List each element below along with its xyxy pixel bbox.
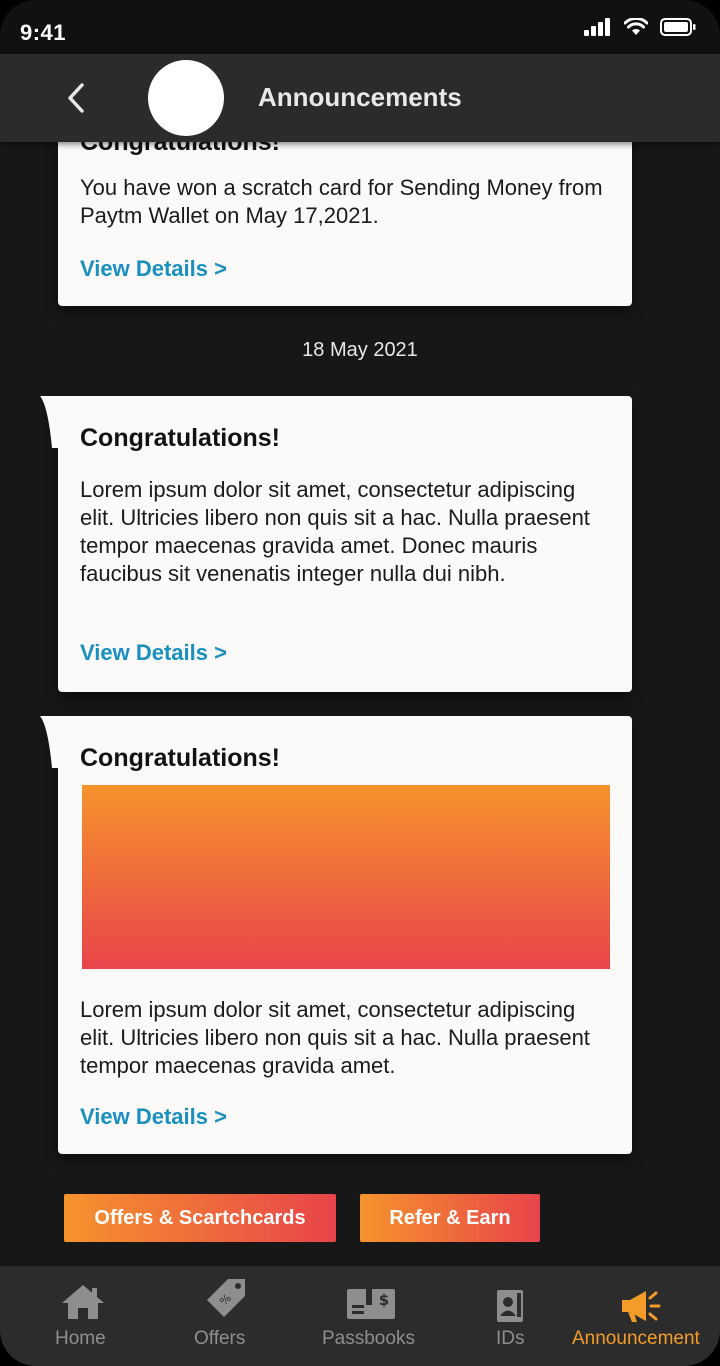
nav-item-ids[interactable]: IDs — [486, 1266, 536, 1366]
card-body: You have won a scratch card for Sending … — [80, 175, 603, 228]
offers-scratchcards-button[interactable]: Offers & Scartchcards — [64, 1194, 336, 1242]
svg-text:$: $ — [379, 1291, 389, 1309]
app-header: Announcements — [0, 54, 720, 142]
view-details-link[interactable]: View Details > — [80, 256, 227, 282]
status-time: 9:41 — [20, 20, 67, 45]
megaphone-icon — [620, 1286, 664, 1326]
nav-label: Home — [55, 1328, 106, 1349]
back-button[interactable] — [58, 76, 94, 120]
nav-label: IDs — [496, 1328, 525, 1349]
nav-item-home[interactable]: Home — [42, 1266, 122, 1366]
status-icons — [584, 16, 696, 38]
passbook-icon: $ — [346, 1282, 396, 1322]
cellular-signal-icon — [584, 18, 610, 36]
bottom-navigation: Home % Offers $ Passbooks IDs Announceme… — [0, 1266, 720, 1366]
announcement-card: Congratulations! Lorem ipsum dolor sit a… — [40, 396, 632, 692]
chevron-left-icon — [68, 83, 84, 113]
card-body: Lorem ipsum dolor sit amet, consectetur … — [80, 477, 590, 586]
promo-banner-image[interactable] — [82, 785, 610, 969]
announcement-card: Congratulations! You have won a scratch … — [58, 142, 632, 306]
home-icon — [60, 1282, 106, 1322]
battery-icon — [660, 18, 696, 36]
nav-label: Announcement — [572, 1328, 700, 1349]
status-bar: 9:41 — [0, 0, 720, 54]
id-card-icon — [496, 1286, 524, 1326]
phone-screen: 9:41 Announcements Congratulations! You … — [0, 0, 720, 1366]
view-details-link[interactable]: View Details > — [80, 1104, 227, 1130]
nav-item-passbooks[interactable]: $ Passbooks — [320, 1266, 424, 1366]
nav-label: Offers — [194, 1328, 246, 1349]
card-title: Congratulations! — [80, 744, 280, 772]
view-details-link[interactable]: View Details > — [80, 640, 227, 666]
refer-earn-button[interactable]: Refer & Earn — [360, 1194, 540, 1242]
card-tail — [40, 396, 70, 448]
wifi-icon — [624, 18, 648, 35]
avatar[interactable] — [148, 60, 224, 136]
announcement-card: Congratulations! Lorem ipsum dolor sit a… — [40, 716, 632, 1154]
page-title: Announcements — [258, 82, 462, 112]
announcement-feed[interactable]: Congratulations! You have won a scratch … — [0, 142, 720, 1266]
card-tail — [40, 716, 70, 768]
tag-icon: % — [204, 1278, 248, 1318]
nav-item-offers[interactable]: % Offers — [180, 1266, 262, 1366]
nav-label: Passbooks — [322, 1328, 415, 1349]
card-title: Congratulations! — [80, 424, 280, 452]
nav-item-announcement[interactable]: Announcement — [572, 1266, 708, 1366]
card-title: Congratulations! — [80, 142, 280, 156]
date-separator: 18 May 2021 — [302, 339, 418, 361]
card-body: Lorem ipsum dolor sit amet, consectetur … — [80, 997, 590, 1078]
